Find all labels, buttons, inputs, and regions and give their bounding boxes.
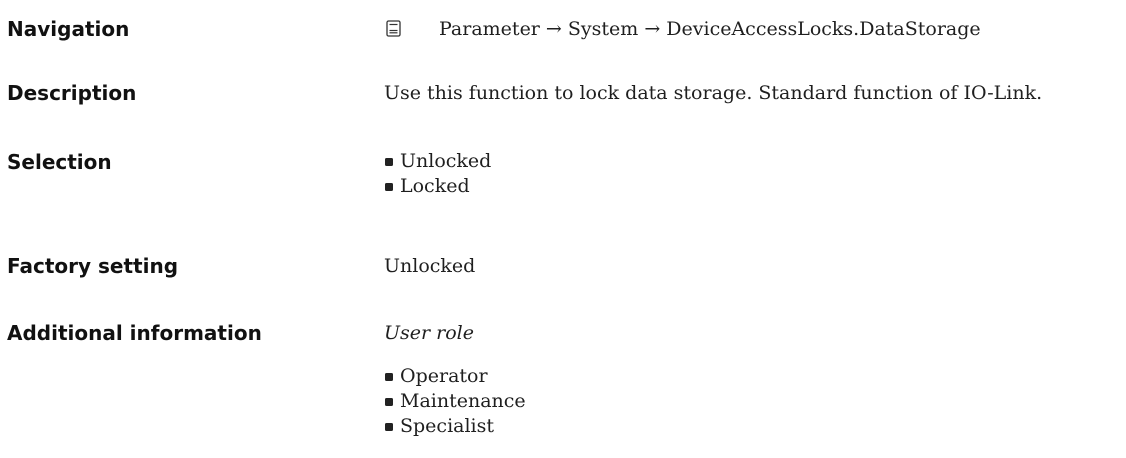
selection-label: Selection [7, 150, 112, 174]
description-text: Use this function to lock data storage. … [384, 82, 1043, 104]
description-label: Description [7, 81, 137, 105]
list-item: Specialist [385, 414, 526, 439]
menu-icon [386, 20, 401, 37]
additional-information-label: Additional information [7, 321, 262, 345]
bullet-icon [385, 183, 393, 191]
bullet-icon [385, 373, 393, 381]
factory-setting-label: Factory setting [7, 254, 179, 278]
list-item: Operator [385, 364, 526, 389]
user-role-list: Operator Maintenance Specialist [385, 364, 526, 439]
list-item: Maintenance [385, 389, 526, 414]
bullet-icon [385, 158, 393, 166]
list-item: Unlocked [385, 149, 491, 174]
list-item: Locked [385, 174, 491, 199]
navigation-label: Navigation [7, 17, 130, 41]
bullet-icon [385, 423, 393, 431]
selection-list: Unlocked Locked [385, 149, 491, 199]
bullet-icon [385, 398, 393, 406]
factory-setting-value: Unlocked [384, 255, 476, 277]
navigation-path: Parameter → System → DeviceAccessLocks.D… [439, 18, 981, 40]
user-role-subheading: User role [384, 322, 474, 344]
